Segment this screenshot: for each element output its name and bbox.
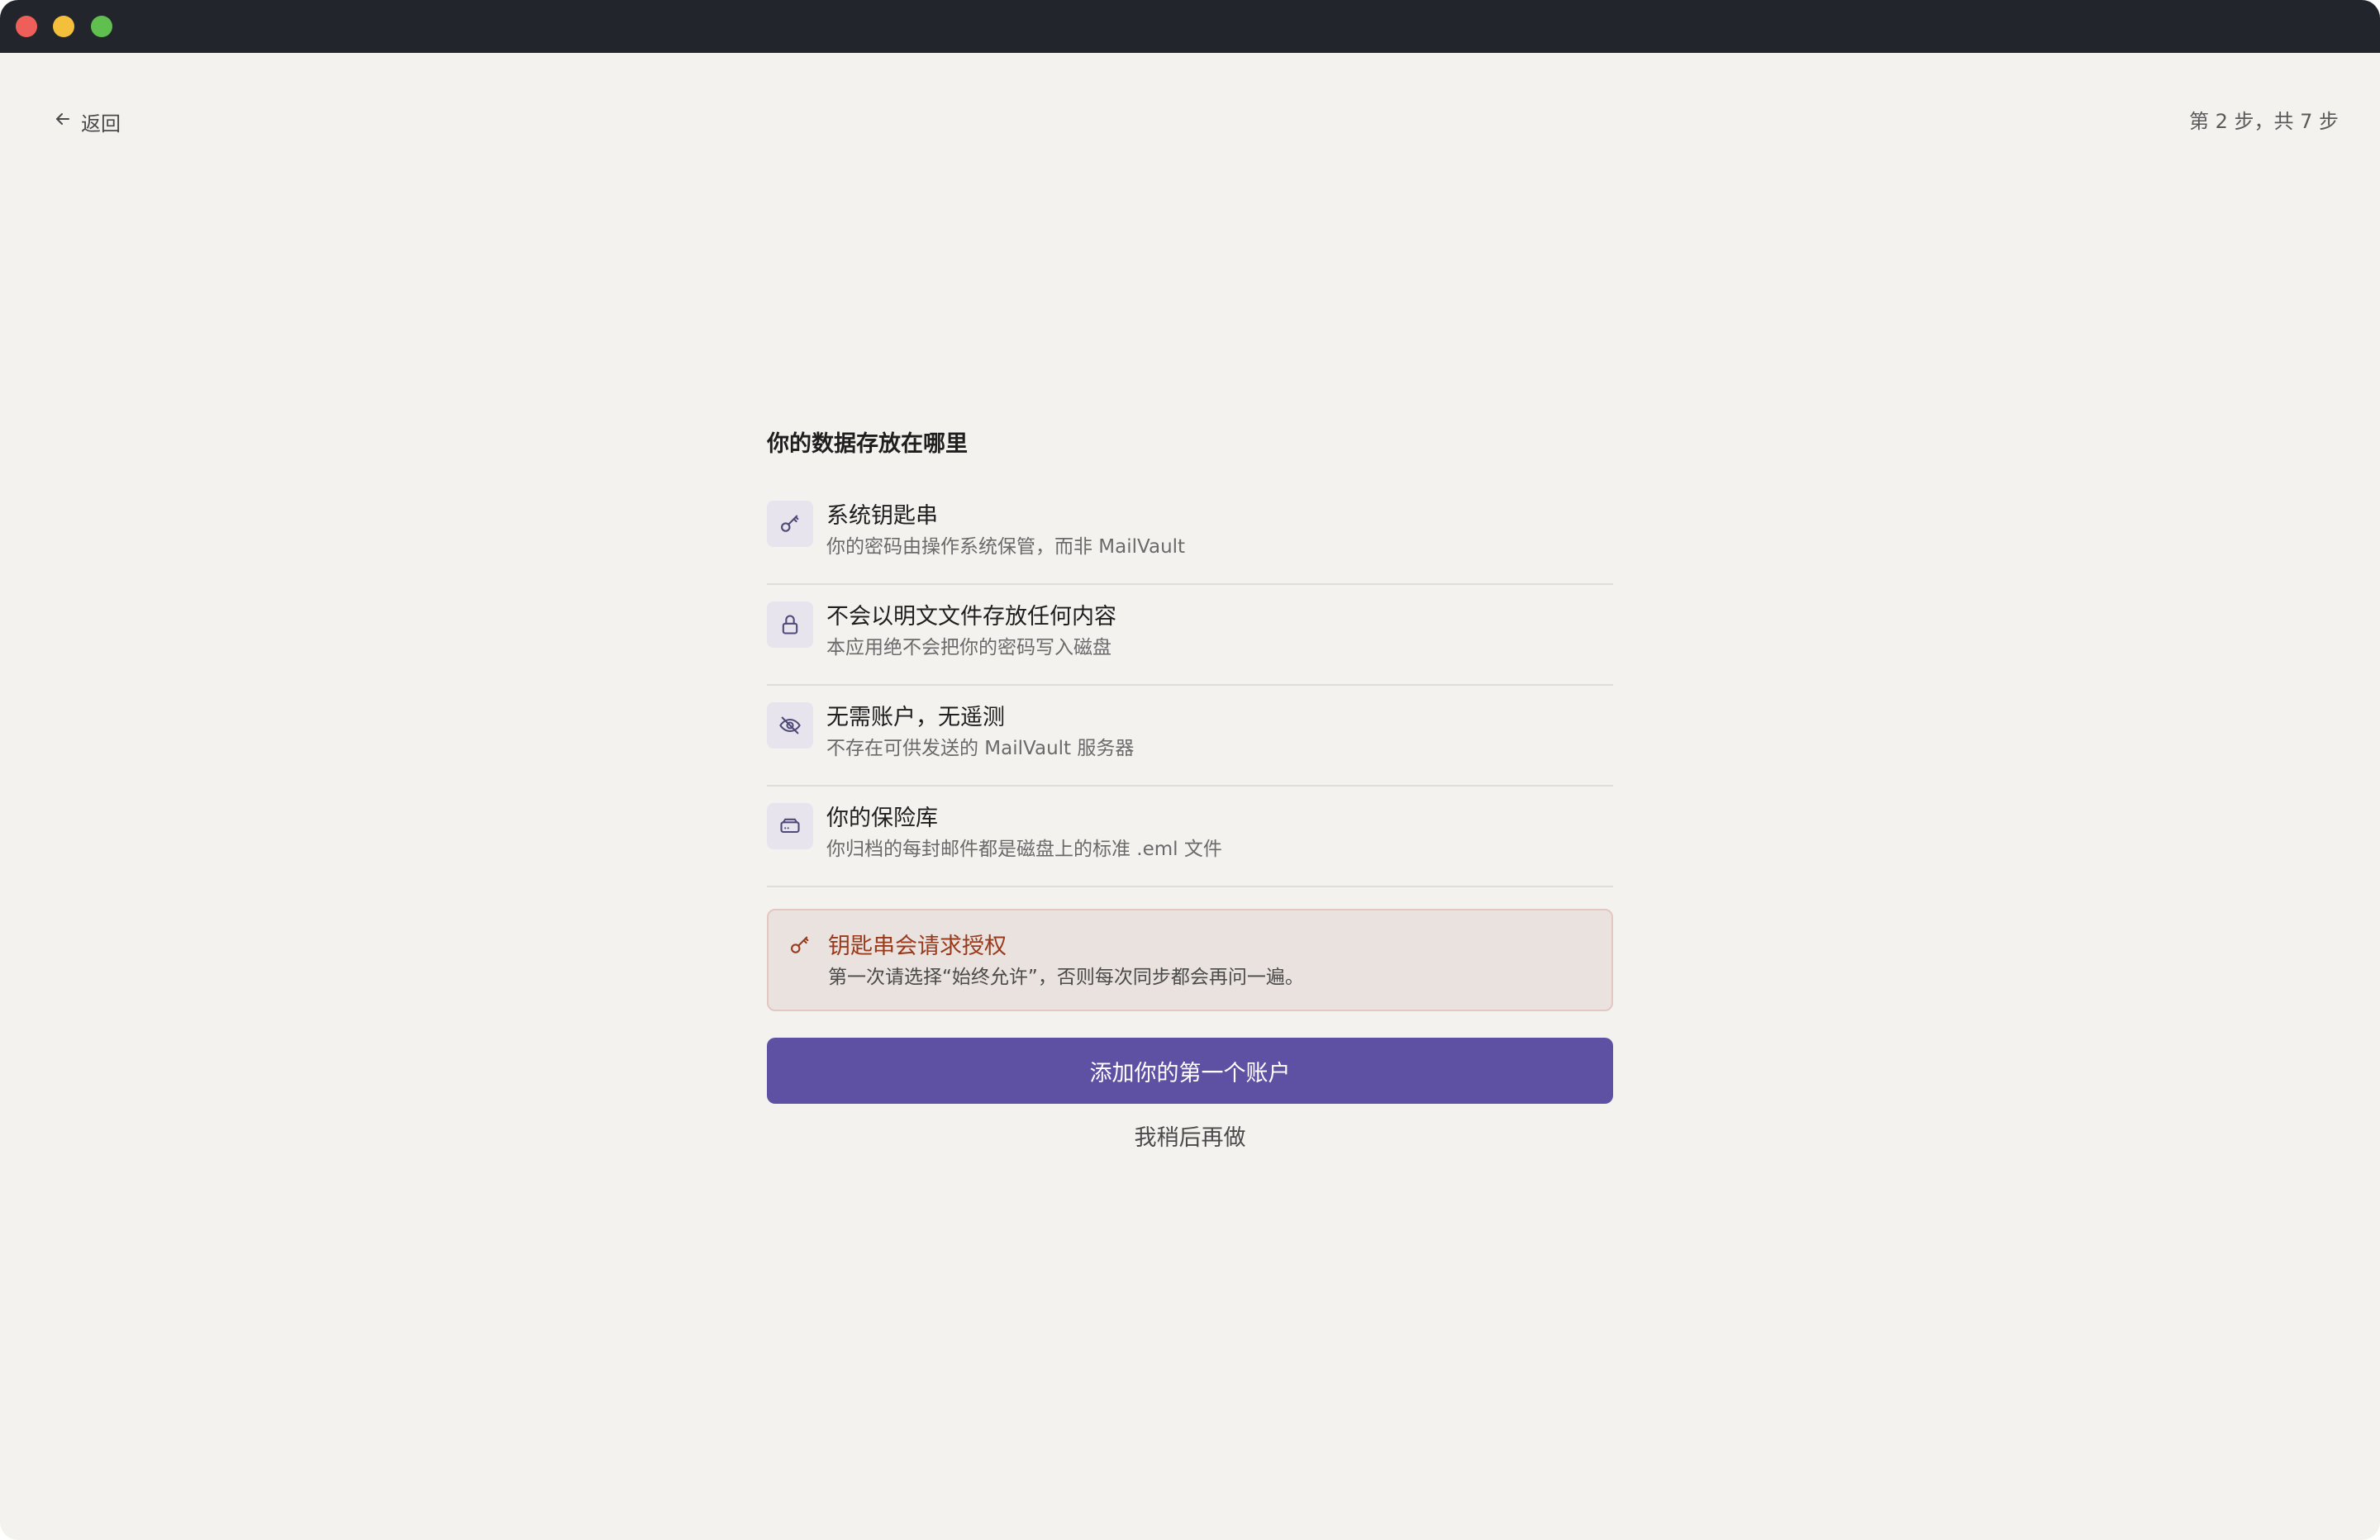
back-button[interactable]: 返回 [53,107,121,135]
window-maximize-button[interactable] [91,16,112,37]
feature-description: 本应用绝不会把你的密码写入磁盘 [826,637,1111,658]
notice-description: 第一次请选择“始终允许”，否则每次同步都会再问一遍。 [828,967,1304,988]
step-indicator: 第 2 步，共 7 步 [2188,110,2339,133]
add-first-account-button[interactable]: 添加你的第一个账户 [767,1038,1613,1104]
keychain-notice: 钥匙串会请求授权 第一次请选择“始终允许”，否则每次同步都会再问一遍。 [767,909,1613,1011]
hard-drive-icon [767,803,813,849]
key-icon [788,934,812,957]
feature-title: 系统钥匙串 [826,503,938,529]
feature-item-no-telemetry: 无需账户，无遥测 不存在可供发送的 MailVault 服务器 [767,686,1613,787]
notice-title: 钥匙串会请求授权 [828,934,1007,959]
feature-item-no-plaintext: 不会以明文文件存放任何内容 本应用绝不会把你的密码写入磁盘 [767,585,1613,686]
section-title: 你的数据存放在哪里 [767,431,968,457]
back-label: 返回 [81,112,121,135]
eye-off-icon [767,702,813,749]
window-close-button[interactable] [16,16,37,37]
lock-icon [767,601,813,648]
feature-description: 不存在可供发送的 MailVault 服务器 [826,738,1135,759]
feature-item-vault: 你的保险库 你归档的每封邮件都是磁盘上的标准 .eml 文件 [767,787,1613,887]
feature-title: 你的保险库 [826,806,938,831]
key-icon [767,501,813,547]
title-bar [0,0,2380,53]
do-later-link[interactable]: 我稍后再做 [767,1122,1613,1155]
feature-title: 无需账户，无遥测 [826,705,1005,730]
app-window: 返回 第 2 步，共 7 步 你的数据存放在哪里 系统钥匙串 你的密码由操作系统… [0,0,2380,1540]
feature-description: 你的密码由操作系统保管，而非 MailVault [826,536,1186,558]
feature-item-keychain: 系统钥匙串 你的密码由操作系统保管，而非 MailVault [767,484,1613,585]
feature-description: 你归档的每封邮件都是磁盘上的标准 .eml 文件 [826,839,1222,860]
main-content: 你的数据存放在哪里 系统钥匙串 你的密码由操作系统保管，而非 MailVault… [767,426,1613,1155]
window-minimize-button[interactable] [53,16,74,37]
feature-title: 不会以明文文件存放任何内容 [826,604,1116,630]
arrow-left-icon [53,109,73,134]
